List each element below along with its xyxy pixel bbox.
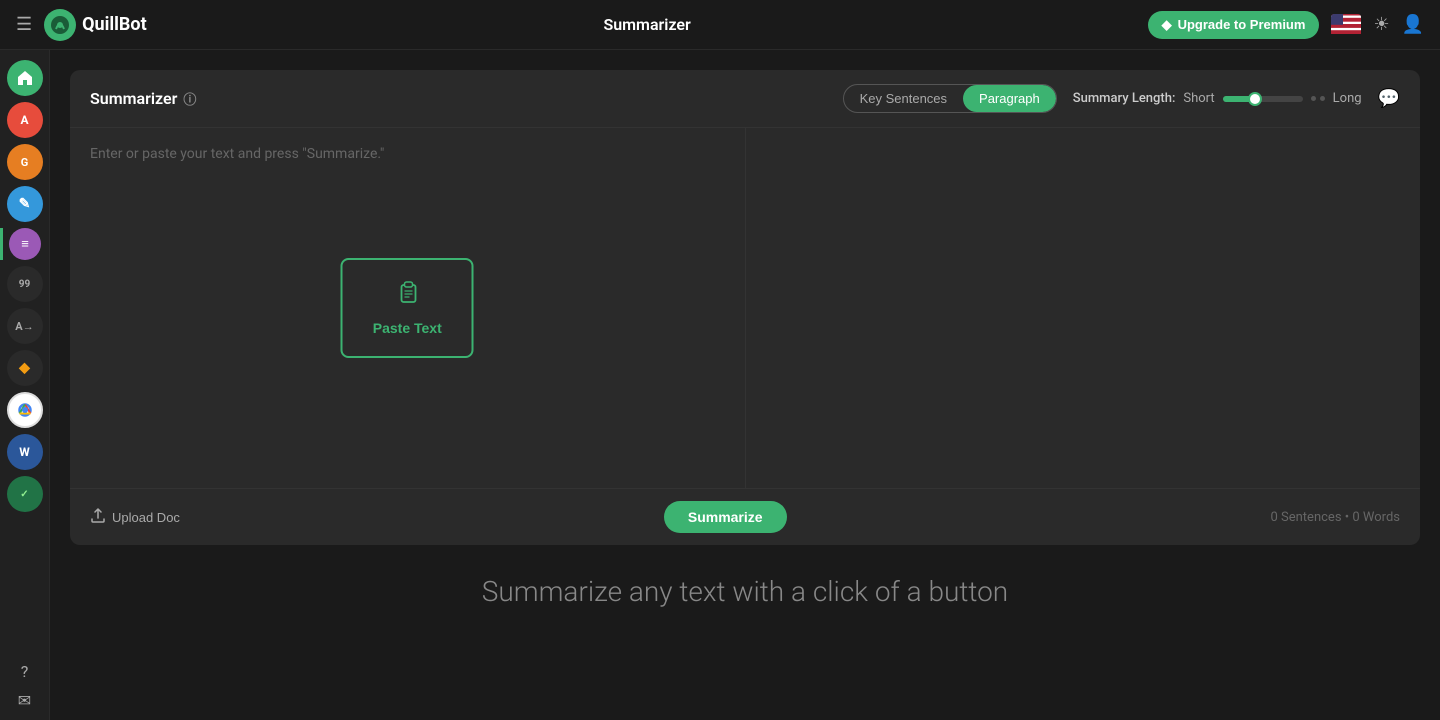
sidebar-item-chrome[interactable] [7,392,43,428]
main-layout: A G ✎ ≡ 99 A→ ◆ [0,50,1440,720]
quillbot-logo[interactable] [44,9,76,41]
user-icon[interactable]: 👤 [1402,14,1424,35]
upload-doc-label: Upload Doc [112,510,180,525]
clipboard-icon [394,280,420,312]
panel-title-text: Summarizer [90,89,177,108]
info-icon[interactable]: ⓘ [183,89,196,108]
help-icon[interactable]: ? [21,662,29,681]
upgrade-button[interactable]: ◆ Upgrade to Premium [1148,11,1320,39]
sidebar-item-home[interactable] [7,60,43,96]
panel-controls: Key Sentences Paragraph Summary Length: … [843,84,1400,113]
summary-length-control: Summary Length: Short [1073,91,1362,106]
top-nav: ☰ QuillBot Summarizer ◆ Upgrade to Premi… [0,0,1440,50]
slider-dot-1 [1311,96,1316,101]
long-label: Long [1333,91,1362,106]
hamburger-icon[interactable]: ☰ [16,14,32,35]
sidebar-item-cowriter[interactable]: ✎ [7,186,43,222]
summarize-button[interactable]: Summarize [664,501,787,533]
nav-right: ◆ Upgrade to Premium ☀ 👤 [1148,11,1424,39]
nav-left: ☰ QuillBot [16,9,147,41]
panel-title-area: Summarizer ⓘ [90,89,196,108]
logo-text: QuillBot [82,14,147,35]
upload-doc-button[interactable]: Upload Doc [90,508,180,527]
editor-area: Enter or paste your text and press "Summ… [70,128,1420,488]
flag-icon[interactable] [1331,14,1361,36]
slider-thumb[interactable] [1248,92,1262,106]
sidebar-item-paraphraser[interactable]: A [7,102,43,138]
sidebar-item-grammar[interactable]: G [7,144,43,180]
mail-icon[interactable]: ✉ [18,691,31,710]
sidebar-item-translator[interactable]: A→ [7,308,43,344]
sidebar: A G ✎ ≡ 99 A→ ◆ [0,50,50,720]
short-label: Short [1183,91,1214,106]
brightness-icon[interactable]: ☀ [1373,14,1389,35]
sidebar-item-citation[interactable]: 99 [7,266,43,302]
sidebar-item-summarizer-active[interactable]: ≡ [0,228,49,260]
content-area: Summarizer ⓘ Key Sentences Paragraph Sum… [50,50,1440,720]
sidebar-item-summarizer-icon: ≡ [9,228,41,260]
chat-icon[interactable]: 💬 [1378,88,1400,109]
word-count-display: 0 Sentences • 0 Words [1270,510,1400,525]
upload-icon [90,508,106,527]
paste-btn-label: Paste Text [373,320,442,336]
input-pane: Enter or paste your text and press "Summ… [70,128,746,488]
output-pane [746,128,1421,488]
sidebar-bottom: ? ✉ [18,662,31,710]
paragraph-btn[interactable]: Paragraph [963,85,1056,112]
summarizer-panel: Summarizer ⓘ Key Sentences Paragraph Sum… [70,70,1420,545]
slider-dots [1311,96,1325,101]
paste-text-button[interactable]: Paste Text [341,258,474,358]
sidebar-item-sheets[interactable]: ✓ [7,476,43,512]
slider-dot-2 [1320,96,1325,101]
length-slider-track [1223,96,1303,102]
logo-area: QuillBot [44,9,147,41]
upgrade-label: Upgrade to Premium [1178,17,1306,32]
input-placeholder-text: Enter or paste your text and press "Summ… [90,144,725,165]
upgrade-icon: ◆ [1162,17,1172,33]
page-title: Summarizer [603,15,690,34]
sidebar-item-word[interactable]: W [7,434,43,470]
length-slider-container [1223,96,1325,102]
sidebar-item-premium[interactable]: ◆ [7,350,43,386]
panel-footer: Upload Doc Summarize 0 Sentences • 0 Wor… [70,488,1420,545]
key-sentences-btn[interactable]: Key Sentences [844,85,963,112]
summary-length-label: Summary Length: [1073,91,1176,106]
panel-header: Summarizer ⓘ Key Sentences Paragraph Sum… [70,70,1420,128]
mode-toggle: Key Sentences Paragraph [843,84,1057,113]
bottom-cta: Summarize any text with a click of a but… [70,575,1420,608]
paste-btn-container: Paste Text [341,258,474,358]
